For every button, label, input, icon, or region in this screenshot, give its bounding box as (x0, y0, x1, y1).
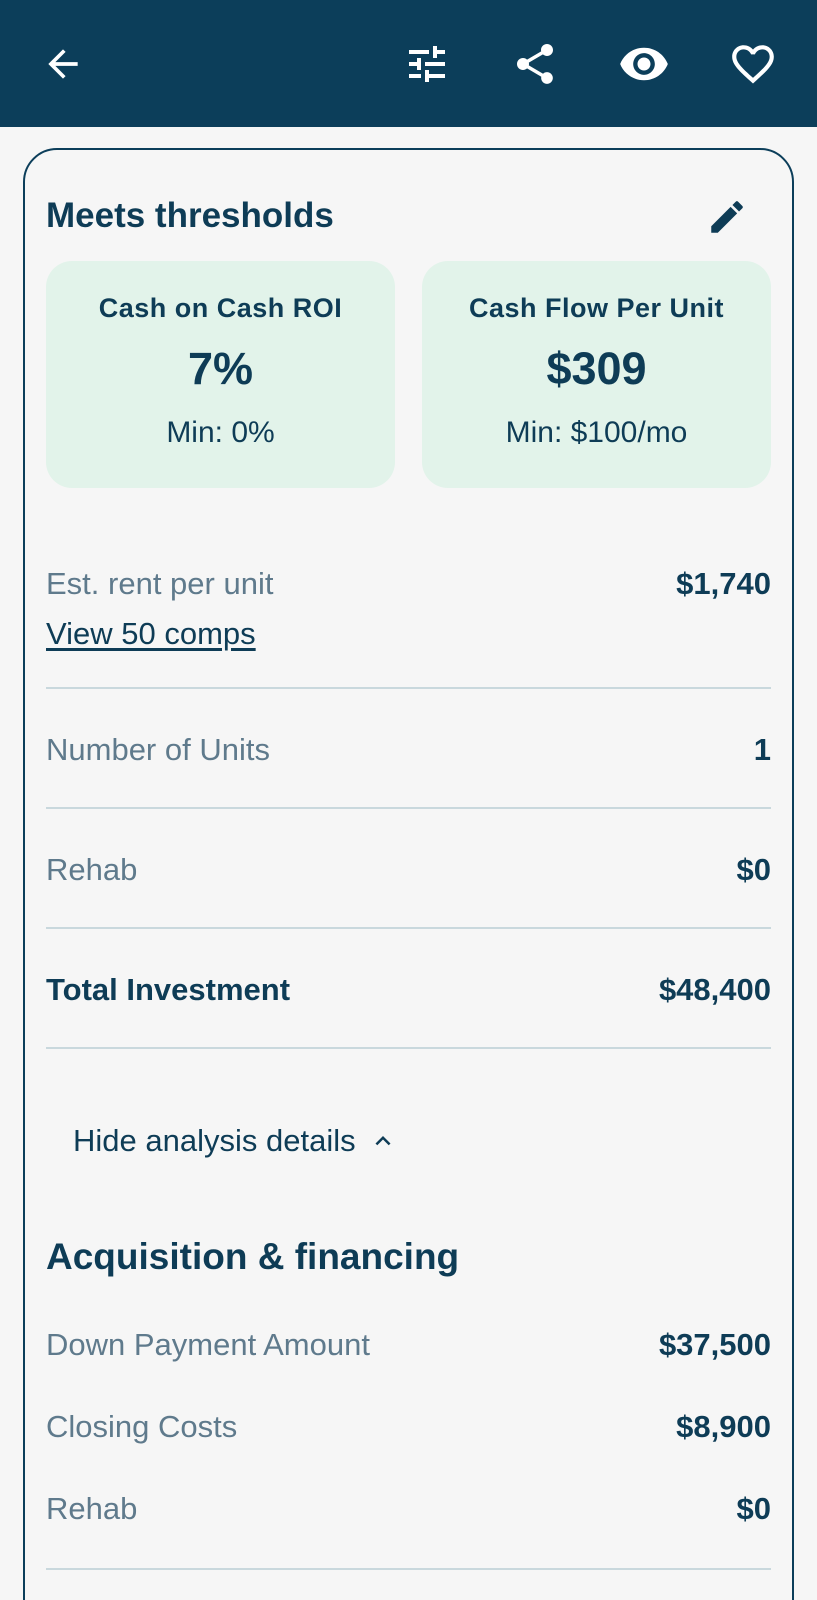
rehab-label: Rehab (46, 852, 138, 887)
back-button[interactable] (31, 32, 95, 96)
arrow-left-icon (48, 49, 78, 79)
metric-label: Cash Flow Per Unit (468, 293, 725, 323)
eye-icon (620, 47, 668, 81)
view-comps-link[interactable]: View 50 comps (46, 616, 256, 652)
share-button[interactable] (503, 32, 567, 96)
closing-costs-value: $8,900 (676, 1409, 771, 1444)
closing-costs-label: Closing Costs (46, 1409, 238, 1444)
units-value: 1 (753, 732, 771, 767)
edit-thresholds-button[interactable] (706, 196, 748, 238)
filter-button[interactable] (395, 32, 459, 96)
divider (46, 1568, 771, 1570)
divider (46, 927, 771, 929)
rent-label: Est. rent per unit (46, 566, 274, 601)
metric-min: Min: 0% (166, 416, 275, 449)
top-app-bar (0, 0, 817, 127)
acq-rehab-label: Rehab (46, 1491, 138, 1526)
chevron-up-icon (375, 1136, 391, 1146)
total-investment-value: $48,400 (658, 972, 771, 1007)
rent-value: $1,740 (676, 566, 771, 601)
favorite-button[interactable] (721, 32, 785, 96)
down-payment-value: $37,500 (658, 1327, 771, 1362)
metric-value: $309 (546, 343, 647, 394)
total-investment-label: Total Investment (46, 972, 291, 1007)
metric-min: Min: $100/mo (505, 416, 688, 449)
heart-outline-icon (732, 45, 774, 84)
toggle-label: Hide analysis details (73, 1123, 356, 1158)
share-icon (517, 44, 553, 84)
acquisition-section-title: Acquisition & financing (46, 1236, 460, 1277)
metric-tile-cash-flow: Cash Flow Per Unit $309 Min: $100/mo (422, 261, 771, 488)
down-payment-label: Down Payment Amount (46, 1327, 370, 1362)
divider (46, 687, 771, 689)
hide-analysis-details-button[interactable]: Hide analysis details (73, 1121, 398, 1161)
divider (46, 1047, 771, 1049)
thresholds-title: Meets thresholds (46, 196, 334, 235)
metric-value: 7% (187, 343, 254, 394)
sliders-icon (409, 46, 445, 82)
units-label: Number of Units (46, 732, 270, 767)
acq-rehab-value: $0 (736, 1491, 771, 1526)
rehab-value: $0 (736, 852, 771, 887)
metric-label: Cash on Cash ROI (98, 293, 343, 323)
view-button[interactable] (612, 32, 676, 96)
pencil-icon (711, 201, 743, 233)
metric-tile-coc-roi: Cash on Cash ROI 7% Min: 0% (46, 261, 395, 488)
divider (46, 807, 771, 809)
